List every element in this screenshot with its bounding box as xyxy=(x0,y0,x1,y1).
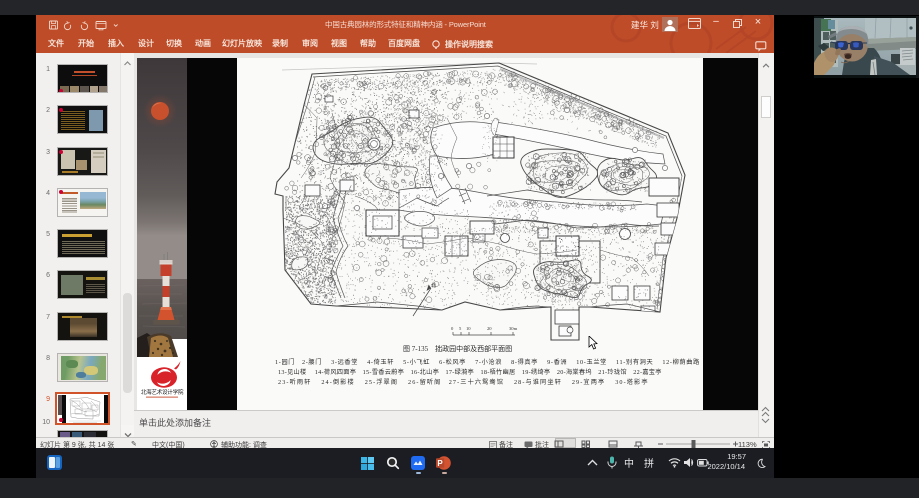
svg-text:北海艺术设计学院: 北海艺术设计学院 xyxy=(141,388,184,396)
svg-text:P: P xyxy=(437,459,443,468)
